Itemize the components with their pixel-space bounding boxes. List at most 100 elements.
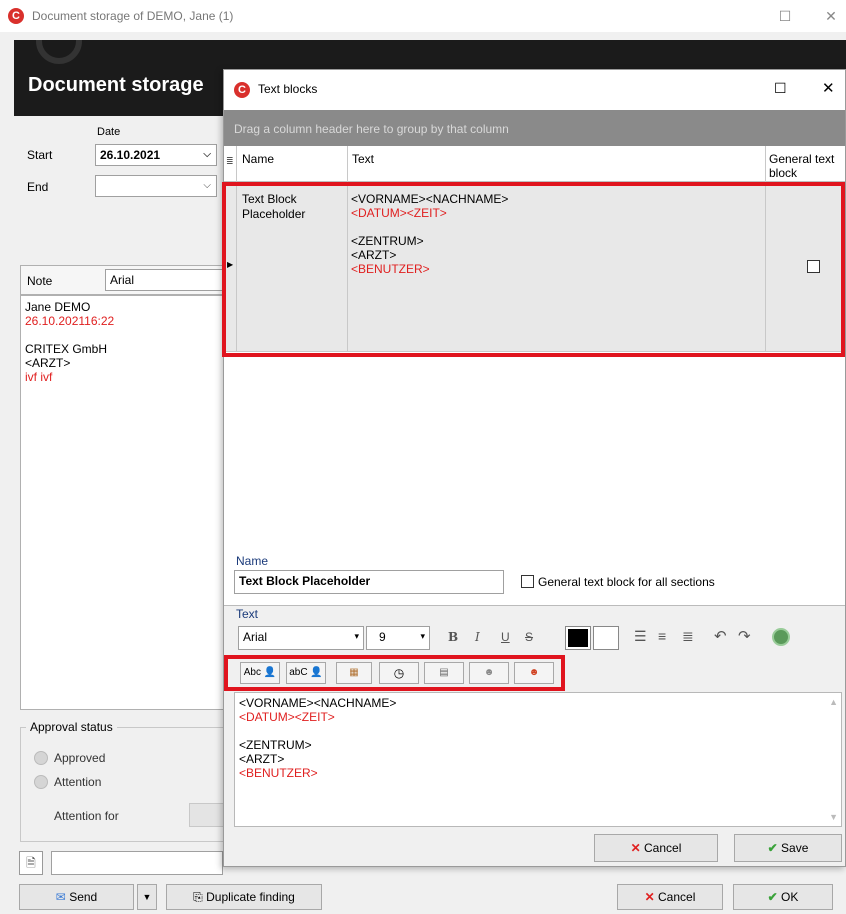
font-size-value: 9 <box>379 630 386 644</box>
duplicate-label: Duplicate finding <box>206 890 295 904</box>
note-font-select[interactable]: Arial <box>105 269 225 291</box>
dialog-cancel-button[interactable]: ✕ Cancel <box>594 834 718 862</box>
strikethrough-icon[interactable]: S <box>525 630 533 644</box>
general-all-checkbox[interactable] <box>521 575 534 588</box>
note-label: Note <box>27 274 53 288</box>
page-title: Document storage <box>28 74 204 96</box>
logo-ring-icon <box>36 40 82 64</box>
cancel-x-icon: ✕ <box>630 841 641 855</box>
note-editor[interactable]: Jane DEMO 26.10.202116:22 CRITEX GmbH <A… <box>20 295 224 710</box>
general-all-label: General text block for all sections <box>538 575 715 589</box>
duplicate-finding-button[interactable]: ⎘ Duplicate finding <box>166 884 322 910</box>
font-select[interactable]: Arial ▾ <box>238 626 364 650</box>
chevron-down-icon[interactable]: ▾ <box>354 631 359 642</box>
cancel-x-icon: ✕ <box>644 890 655 904</box>
attention-label: Attention <box>54 775 102 789</box>
undo-icon[interactable]: ↶ <box>714 627 727 645</box>
dialog-cancel-label: Cancel <box>644 841 682 855</box>
start-date-value: 26.10.2021 <box>100 148 161 162</box>
send-label: Send <box>69 890 98 904</box>
start-date-field[interactable]: 26.10.2021 ⌵ <box>95 144 217 166</box>
approved-radio[interactable] <box>34 751 48 765</box>
redo-icon[interactable]: ↷ <box>738 627 751 645</box>
font-color-button[interactable] <box>565 626 591 650</box>
underline-icon[interactable]: U <box>501 630 510 644</box>
name-input[interactable]: Text Block Placeholder <box>234 570 504 594</box>
name-input-value: Text Block Placeholder <box>239 574 371 588</box>
ok-button[interactable]: ✔ OK <box>733 884 833 910</box>
note-toolbar: Note Arial <box>20 265 225 295</box>
date-column-label: Date <box>97 126 121 138</box>
align-left-icon[interactable]: ☰ <box>634 628 647 645</box>
placeholder-highlight-box <box>224 655 565 691</box>
end-date-field[interactable]: ⌵ <box>95 175 217 197</box>
checkmark-icon: ✔ <box>767 841 778 855</box>
approval-status-title: Approval status <box>26 720 117 734</box>
scroll-up-icon[interactable]: ▲ <box>829 695 838 709</box>
column-chooser-icon[interactable]: ≣ <box>226 156 234 167</box>
note-line: CRITEX GmbH <box>25 342 108 356</box>
attention-for-label: Attention for <box>54 809 119 823</box>
send-dropdown-button[interactable]: ▼ <box>137 884 157 910</box>
ok-label: OK <box>781 890 799 904</box>
align-right-icon[interactable]: ≣ <box>682 628 694 645</box>
window-title: Document storage of DEMO, Jane (1) <box>32 9 234 23</box>
chevron-down-icon[interactable]: ⌵ <box>203 149 211 160</box>
maximize-icon[interactable]: ☐ <box>770 6 800 26</box>
name-label: Name <box>236 554 269 568</box>
maximize-icon[interactable]: ☐ <box>774 80 787 97</box>
cancel-label: Cancel <box>658 890 696 904</box>
start-label: Start <box>27 148 53 162</box>
row-highlight-box <box>222 182 845 357</box>
send-icon: ✉ <box>55 890 66 904</box>
note-line: ivf ivf <box>25 370 53 384</box>
dialog-titlebar: C Text blocks ☐ ✕ <box>224 70 845 110</box>
font-size-select[interactable]: 9 ▾ <box>366 626 430 650</box>
dialog-save-label: Save <box>781 841 809 855</box>
chevron-down-icon[interactable]: ⌵ <box>203 180 211 191</box>
app-logo-icon: C <box>8 8 24 24</box>
note-line: <ARZT> <box>25 356 71 370</box>
align-center-icon[interactable]: ≡ <box>658 628 666 644</box>
document-icon[interactable]: 🗎 <box>19 851 43 875</box>
text-editor[interactable]: <VORNAME><NACHNAME> <DATUM><ZEIT> <ZENTR… <box>234 692 842 827</box>
note-line: 26.10.202116:22 <box>25 314 115 328</box>
editor-line: <ZENTRUM> <box>239 738 312 752</box>
attention-for-select[interactable] <box>189 803 224 827</box>
send-button[interactable]: ✉ Send <box>19 884 134 910</box>
end-label: End <box>27 180 49 194</box>
close-icon[interactable]: ✕ <box>822 79 835 97</box>
bottom-text-field[interactable] <box>51 851 223 875</box>
window-titlebar: C Document storage of DEMO, Jane (1) ☐ ✕ <box>0 0 846 32</box>
app-logo-icon: C <box>234 82 250 98</box>
globe-icon[interactable] <box>772 628 790 646</box>
bold-icon[interactable]: B <box>448 630 458 644</box>
checkmark-icon: ✔ <box>767 890 778 904</box>
column-header-general[interactable]: General text block <box>769 152 845 180</box>
editor-line: <VORNAME><NACHNAME> <box>239 696 397 710</box>
editor-line: <ARZT> <box>239 752 285 766</box>
text-label: Text <box>236 607 259 621</box>
scroll-down-icon[interactable]: ▼ <box>829 810 838 824</box>
font-select-value: Arial <box>243 630 268 644</box>
group-by-hint: Drag a column header here to group by th… <box>234 122 509 136</box>
chevron-down-icon[interactable]: ▾ <box>420 631 425 642</box>
note-line <box>25 328 219 342</box>
column-header-text[interactable]: Text <box>352 152 374 166</box>
duplicate-icon: ⎘ <box>193 890 203 904</box>
note-line: Jane DEMO <box>25 300 91 314</box>
grid-header: ≣ Name Text General text block <box>224 146 845 182</box>
cancel-button[interactable]: ✕ Cancel <box>617 884 723 910</box>
group-by-area[interactable]: Drag a column header here to group by th… <box>224 110 845 146</box>
background-color-button[interactable] <box>593 626 619 650</box>
italic-icon[interactable]: I <box>475 630 480 644</box>
note-font-value: Arial <box>110 273 135 287</box>
approved-label: Approved <box>54 751 106 765</box>
editor-line: <BENUTZER> <box>239 766 318 780</box>
attention-radio[interactable] <box>34 775 48 789</box>
column-header-name[interactable]: Name <box>242 152 274 166</box>
dialog-save-button[interactable]: ✔ Save <box>734 834 842 862</box>
close-icon[interactable]: ✕ <box>816 6 846 26</box>
dialog-title: Text blocks <box>258 82 318 96</box>
